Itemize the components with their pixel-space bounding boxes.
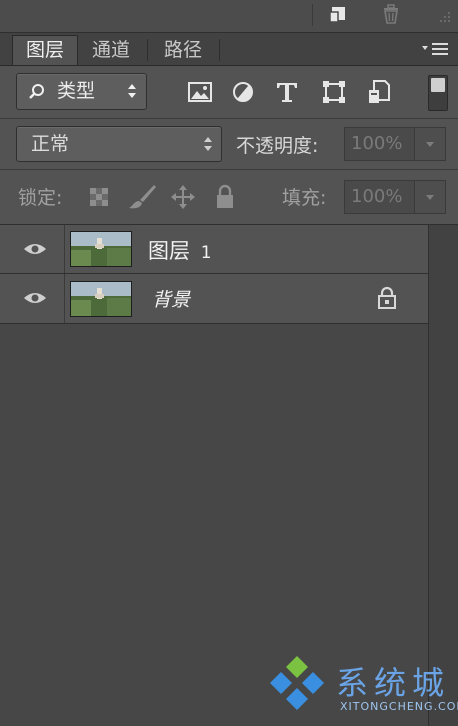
toolbar-divider [312, 4, 313, 26]
layer-thumbnail [70, 231, 132, 267]
new-layer-icon[interactable] [328, 4, 348, 24]
trash-icon[interactable] [380, 3, 402, 25]
lock-image-pixels-icon[interactable] [126, 182, 158, 212]
tab-divider [219, 39, 220, 61]
lock-icon [377, 286, 397, 310]
blend-row: 正常 不透明度: 100% [0, 119, 458, 170]
shape-filter-icon[interactable] [320, 78, 348, 106]
blend-mode-value: 正常 [31, 133, 70, 155]
image-filter-icon[interactable] [186, 78, 214, 106]
chevron-down-icon [426, 195, 434, 200]
layer-name-text: 图层 [148, 239, 190, 263]
eye-icon [24, 244, 46, 254]
tab-layers[interactable]: 图层 [12, 35, 78, 65]
resize-grip-icon[interactable] [436, 10, 452, 26]
layer-row[interactable]: 图层 1 [0, 225, 428, 274]
filter-kind-label: 类型 [57, 80, 96, 102]
lock-transparent-pixels-icon[interactable] [88, 186, 110, 208]
toggle-knob [431, 78, 445, 92]
opacity-input[interactable]: 100% [344, 127, 418, 161]
layer-name[interactable]: 图层 1 [148, 235, 212, 265]
lock-all-icon[interactable] [214, 184, 236, 210]
lock-label: 锁定: [18, 187, 63, 209]
eye-icon [24, 293, 46, 303]
lock-row: 锁定: 填充: 100% [0, 170, 458, 225]
layer-number: 1 [200, 243, 212, 263]
fill-input[interactable]: 100% [344, 180, 418, 214]
panel-top-strip [0, 0, 458, 33]
layer-row[interactable]: 背景 [0, 274, 428, 324]
updown-arrows-icon [203, 135, 213, 153]
lock-position-icon[interactable] [170, 184, 196, 210]
type-filter-icon[interactable] [273, 78, 301, 106]
watermark: 系统城 XITONGCHENG.COM [262, 650, 458, 726]
panel-tab-bar: 图层 通道 路径 [0, 33, 458, 66]
filter-kind-select[interactable]: 类型 [16, 73, 147, 110]
tab-paths[interactable]: 路径 [154, 36, 212, 65]
watermark-logo-icon [264, 654, 330, 720]
tab-divider [147, 39, 148, 61]
updown-arrows-icon [127, 82, 137, 100]
panel-menu-icon[interactable] [420, 41, 452, 57]
smart-object-filter-icon[interactable] [365, 78, 393, 106]
visibility-toggle[interactable] [0, 274, 65, 323]
layer-thumbnail [70, 281, 132, 317]
filter-toggle-switch[interactable] [428, 75, 448, 111]
blend-mode-select[interactable]: 正常 [16, 126, 222, 162]
chevron-down-icon [426, 142, 434, 147]
watermark-subtext: XITONGCHENG.COM [340, 700, 458, 713]
filter-row: 类型 [0, 66, 458, 119]
watermark-text: 系统城 [336, 664, 451, 702]
visibility-toggle[interactable] [0, 225, 65, 273]
adjustment-filter-icon[interactable] [229, 78, 257, 106]
opacity-dropdown-button[interactable] [414, 127, 446, 161]
search-icon [27, 82, 47, 102]
fill-label: 填充: [282, 187, 327, 209]
fill-dropdown-button[interactable] [414, 180, 446, 214]
layer-name[interactable]: 背景 [152, 285, 190, 312]
tab-channels[interactable]: 通道 [82, 36, 140, 65]
opacity-label: 不透明度: [236, 135, 319, 157]
